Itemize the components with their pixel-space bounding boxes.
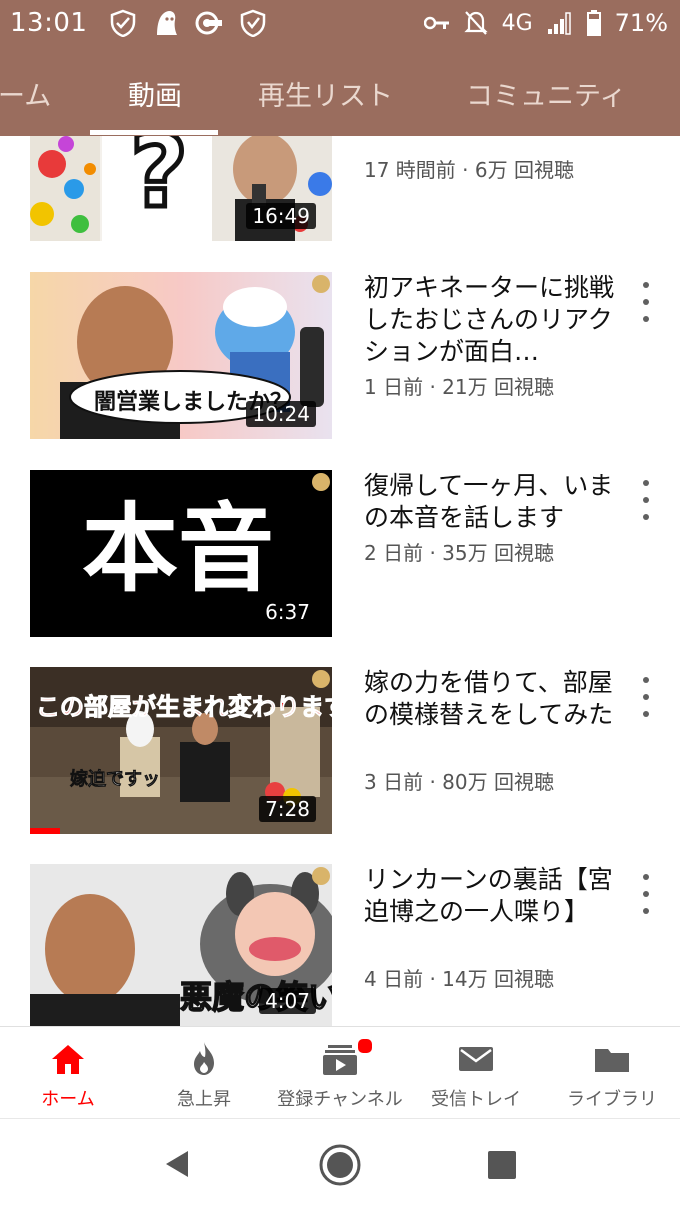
tab-community[interactable]: コミュニティ: [466, 74, 626, 113]
nav-trending-label: 急上昇: [177, 1089, 231, 1110]
video-duration: 4:07: [259, 988, 316, 1014]
video-list: ? 16:49 17 時間前 · 6万 回視聴 闇営業しましたか？ 10:24 …: [0, 136, 680, 1026]
nav-inbox-label: 受信トレイ: [431, 1089, 521, 1110]
thumbnail-text: 本音: [82, 493, 274, 605]
video-meta: 2 日前 · 35万 回視聴: [364, 541, 554, 565]
nav-subscriptions-label: 登録チャンネル: [277, 1089, 403, 1110]
back-icon[interactable]: [160, 1147, 194, 1181]
more-options-icon[interactable]: [634, 282, 658, 322]
signal-icon: [547, 12, 571, 35]
thumbnail-text: ?: [127, 136, 190, 230]
video-thumbnail[interactable]: この部屋が生まれ変わります 嫁迫ですッ 7:28: [30, 667, 332, 834]
video-thumbnail[interactable]: ? 16:49: [30, 136, 332, 241]
bottom-navigation: ホーム 急上昇 登録チャンネル 受信トレイ ライブラリ: [0, 1026, 680, 1119]
video-thumbnail[interactable]: 本音 6:37: [30, 470, 332, 637]
more-options-icon[interactable]: [634, 874, 658, 914]
status-bar: 13:01 4G 71%: [0, 0, 680, 46]
notification-dot: [356, 1037, 374, 1055]
more-options-icon[interactable]: [634, 677, 658, 717]
battery-icon: [586, 10, 601, 36]
video-duration: 7:28: [259, 796, 316, 822]
video-meta: 4 日前 · 14万 回視聴: [364, 967, 554, 991]
key-icon: [423, 16, 449, 30]
video-meta: 3 日前 · 80万 回視聴: [364, 770, 554, 794]
nav-subscriptions[interactable]: 登録チャンネル: [272, 1027, 408, 1119]
vpn-shield-icon: [241, 9, 266, 37]
tab-home[interactable]: ーム: [0, 74, 51, 113]
channel-tabs: ーム 動画 再生リスト コミュニティ: [0, 46, 680, 136]
more-options-icon[interactable]: [634, 480, 658, 520]
home-button-icon[interactable]: [318, 1143, 362, 1187]
video-meta: 17 時間前 · 6万 回視聴: [364, 158, 574, 182]
tab-playlists[interactable]: 再生リスト: [258, 74, 393, 113]
tab-videos[interactable]: 動画: [128, 74, 182, 113]
nav-library[interactable]: ライブラリ: [544, 1027, 680, 1119]
video-duration: 10:24: [246, 401, 316, 427]
video-title[interactable]: 初アキネーターに挑戦したおじさんのリアクションが面白…: [364, 272, 614, 368]
nav-trending[interactable]: 急上昇: [136, 1027, 272, 1119]
video-meta: 1 日前 · 21万 回視聴: [364, 375, 554, 399]
bell-off-icon: [463, 11, 488, 35]
battery-percent: 71%: [614, 9, 668, 37]
video-duration: 6:37: [259, 599, 316, 625]
video-title[interactable]: 復帰して一ヶ月、いまの本音を話します: [364, 470, 614, 534]
home-icon: [52, 1045, 84, 1074]
subscriptions-icon: [323, 1045, 357, 1075]
shield-check-icon: [111, 9, 136, 37]
video-thumbnail[interactable]: 悪魔の笑い声 4:07: [30, 864, 332, 1026]
thumbnail-text-secondary: 嫁迫ですッ: [70, 769, 161, 791]
network-type: 4G: [501, 10, 533, 36]
folder-icon: [595, 1049, 629, 1072]
video-title[interactable]: リンカーンの裏話【宮迫博之の一人喋り】: [364, 864, 614, 928]
nav-library-label: ライブラリ: [567, 1089, 657, 1110]
ghost-icon: [157, 11, 178, 35]
flame-icon: [194, 1042, 214, 1075]
video-title[interactable]: 嫁の力を借りて、部屋の模様替えをしてみた: [364, 667, 614, 731]
nav-inbox[interactable]: 受信トレイ: [408, 1027, 544, 1119]
nav-home-label: ホーム: [41, 1089, 95, 1110]
video-thumbnail[interactable]: 闇営業しましたか？ 10:24: [30, 272, 332, 439]
thumbnail-text: この部屋が生まれ変わります: [36, 693, 333, 722]
recents-icon[interactable]: [486, 1149, 518, 1181]
video-duration: 16:49: [246, 203, 316, 229]
toggle-icon: [195, 11, 223, 35]
nav-home[interactable]: ホーム: [0, 1027, 136, 1119]
system-navigation-bar: [0, 1118, 680, 1210]
tab-indicator: [90, 130, 218, 135]
status-time: 13:01: [10, 8, 88, 38]
watch-progress-bar: [30, 828, 61, 834]
inbox-icon: [459, 1047, 493, 1071]
